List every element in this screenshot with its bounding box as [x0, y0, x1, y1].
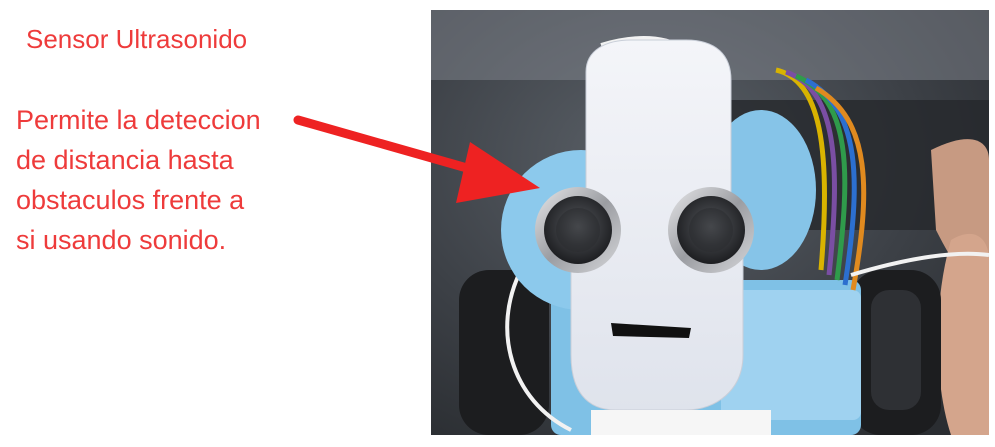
- slide-description: Permite la deteccion de distancia hasta …: [16, 105, 261, 255]
- slide-title: Sensor Ultrasonido: [26, 24, 248, 54]
- robot-photo: [431, 10, 989, 435]
